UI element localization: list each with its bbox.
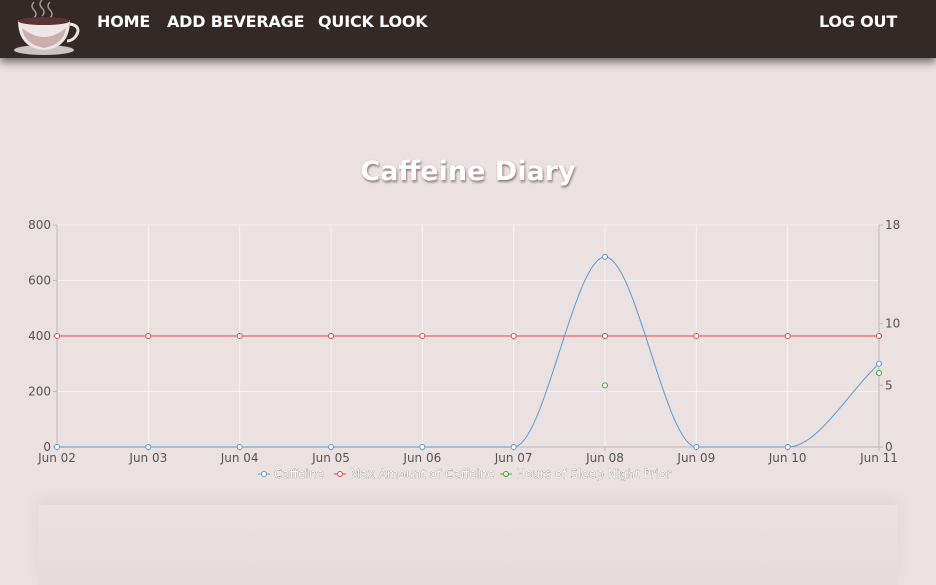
nav-quick-look-link[interactable]: QUICK LOOK <box>318 12 428 31</box>
x-tick-label: Jun 05 <box>311 451 350 465</box>
data-point <box>328 333 334 339</box>
data-point <box>602 333 608 339</box>
data-point <box>784 333 791 339</box>
nav-home-link[interactable]: HOME <box>97 12 150 31</box>
y-left-tick-label: 600 <box>28 274 51 288</box>
legend-label: Caffeine <box>274 467 324 481</box>
y-right-tick-label: 18 <box>885 218 900 232</box>
data-point <box>602 253 608 260</box>
series-line-caffeine <box>57 256 880 448</box>
data-point <box>510 444 517 450</box>
content-panel <box>38 505 898 585</box>
x-tick-label: Jun 11 <box>859 451 898 465</box>
legend-swatch-point <box>261 471 267 477</box>
data-point <box>236 333 243 339</box>
data-point <box>145 333 152 339</box>
legend-swatch-point <box>337 471 343 477</box>
data-point <box>876 360 882 367</box>
y-right-tick-label: 10 <box>885 317 900 331</box>
data-point <box>328 444 334 450</box>
data-point <box>419 444 426 450</box>
x-tick-label: Jun 03 <box>128 451 167 465</box>
x-tick-label: Jun 02 <box>37 451 76 465</box>
x-tick-label: Jun 08 <box>585 451 624 465</box>
navbar: HOME ADD BEVERAGE QUICK LOOK LOG OUT <box>0 0 936 58</box>
y-left-tick-label: 200 <box>28 385 51 399</box>
x-tick-label: Jun 04 <box>220 451 259 465</box>
x-tick-label: Jun 09 <box>676 451 715 465</box>
legend-swatch-point <box>503 471 509 477</box>
data-point <box>54 444 60 450</box>
y-right-tick-label: 5 <box>885 378 893 392</box>
y-left-tick-label: 400 <box>28 329 51 343</box>
x-tick-label: Jun 07 <box>494 451 533 465</box>
data-point <box>693 333 700 339</box>
data-point <box>510 333 517 339</box>
data-point <box>54 333 60 339</box>
coffee-cup-icon[interactable] <box>8 0 84 58</box>
data-point <box>784 444 791 450</box>
x-tick-label: Jun 10 <box>768 451 807 465</box>
x-tick-label: Jun 06 <box>402 451 441 465</box>
data-point <box>693 444 700 450</box>
data-point <box>876 333 882 339</box>
logout-link[interactable]: LOG OUT <box>819 12 897 31</box>
chart-title: Caffeine Diary <box>360 156 576 187</box>
data-point <box>876 370 882 376</box>
legend-label: Max Amount of Caffeine <box>350 467 495 481</box>
data-point <box>602 382 608 389</box>
y-left-tick-label: 800 <box>28 218 51 232</box>
data-point <box>419 333 426 339</box>
data-point <box>236 444 243 450</box>
nav-add-beverage-link[interactable]: ADD BEVERAGE <box>167 12 305 31</box>
caffeine-chart: 0200400600800051018Jun 02 Jun 03 Jun 04 Jun… <box>28 218 900 481</box>
data-point <box>145 444 152 450</box>
legend-label: Hours of Sleep Night Prior <box>516 467 671 481</box>
